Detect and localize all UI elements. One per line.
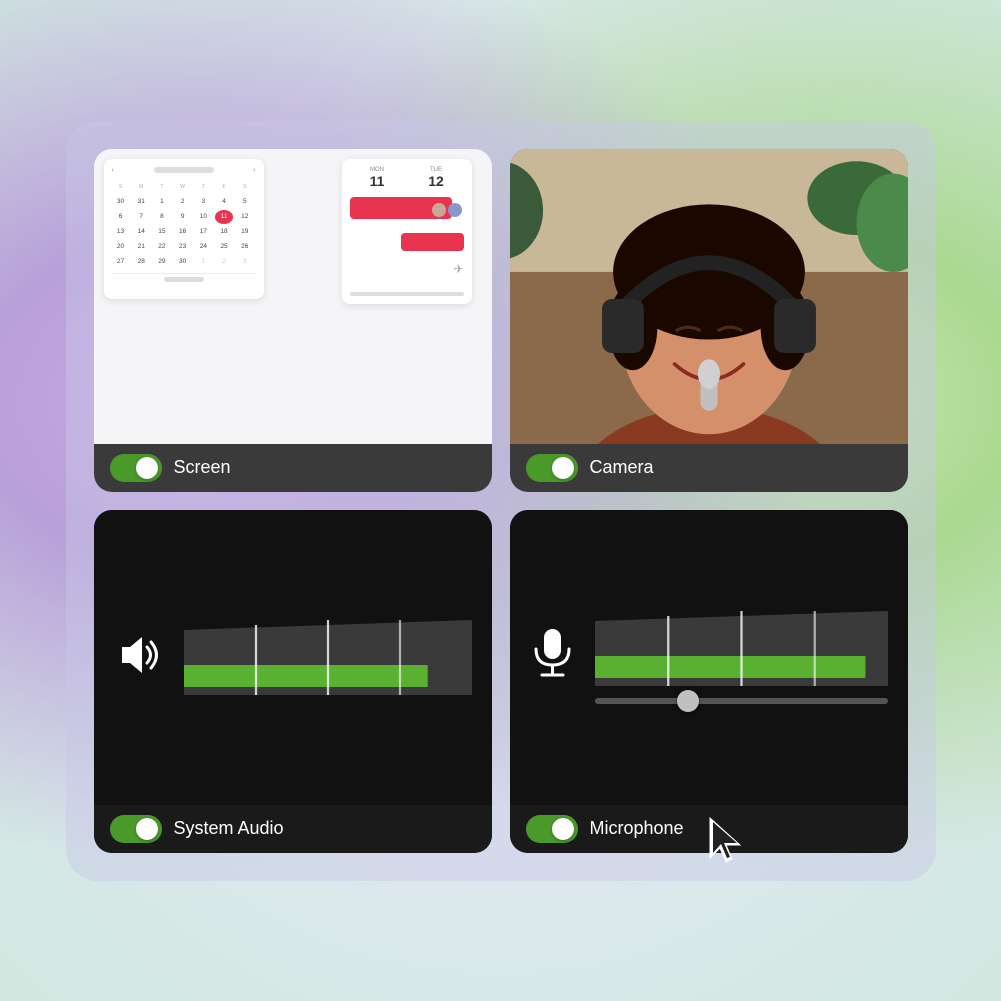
schedule-event-2 — [401, 233, 464, 251]
audio-level-meter — [184, 620, 472, 695]
mic-toggle[interactable] — [526, 815, 578, 843]
schedule-mock: MON 11 TUE 12 — [342, 159, 472, 304]
audio-toggle-knob — [136, 818, 158, 840]
audio-toggle-bar: System Audio — [94, 805, 492, 853]
screen-toggle-bar: Screen — [94, 444, 492, 492]
audio-toggle[interactable] — [110, 815, 162, 843]
camera-toggle-bar: Camera — [510, 444, 908, 492]
mic-panel: Microphone — [510, 510, 908, 853]
camera-panel: Camera — [510, 149, 908, 492]
camera-toggle[interactable] — [526, 454, 578, 482]
main-container: ‹ › S M T W T F S 3031 12 34 — [66, 121, 936, 881]
mic-icon — [530, 627, 575, 687]
calendar-mock: ‹ › S M T W T F S 3031 12 34 — [104, 159, 264, 299]
mic-ramp-svg — [595, 611, 888, 686]
mic-visualizer — [510, 510, 908, 805]
speaker-icon — [114, 630, 164, 685]
mic-toggle-bar: Microphone — [510, 805, 908, 853]
screen-label: Screen — [174, 457, 231, 478]
outer-background: ‹ › S M T W T F S 3031 12 34 — [0, 0, 1001, 1001]
audio-ramp-svg — [184, 620, 472, 695]
screen-preview: ‹ › S M T W T F S 3031 12 34 — [94, 149, 492, 444]
camera-label: Camera — [590, 457, 654, 478]
camera-person-svg — [510, 149, 908, 444]
audio-panel: System Audio — [94, 510, 492, 853]
schedule-day1-num: 11 — [350, 173, 405, 189]
camera-preview — [510, 149, 908, 444]
mic-toggle-knob — [552, 818, 574, 840]
mic-slider-thumb[interactable] — [677, 690, 699, 712]
audio-visualizer — [94, 510, 492, 805]
schedule-day2-num: 12 — [409, 173, 464, 189]
audio-label: System Audio — [174, 818, 284, 839]
mic-label: Microphone — [590, 818, 684, 839]
screen-toggle-knob — [136, 457, 158, 479]
screen-toggle[interactable] — [110, 454, 162, 482]
screen-panel: ‹ › S M T W T F S 3031 12 34 — [94, 149, 492, 492]
camera-toggle-knob — [552, 457, 574, 479]
mic-level-meter — [595, 611, 888, 704]
